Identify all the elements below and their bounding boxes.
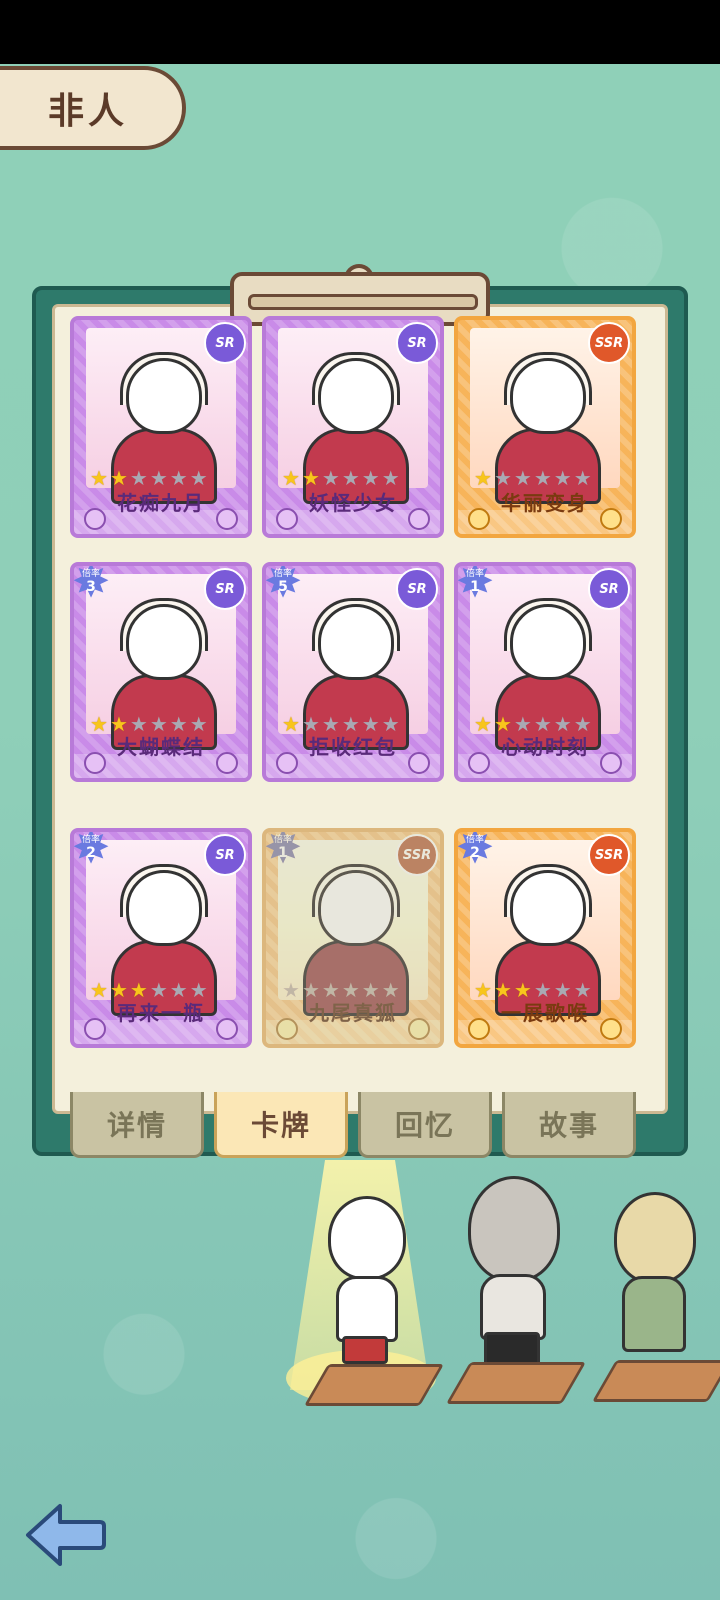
character-body (480, 1274, 546, 1340)
back-button[interactable] (24, 1500, 106, 1570)
multiplier-badge: ✸ 倍率 2 (74, 832, 112, 870)
card-name: 华丽变身 (501, 491, 589, 515)
star-icon: ★ (361, 466, 380, 490)
multiplier-value: 2 (86, 845, 96, 861)
card-item[interactable]: ★ ★ ★ ★ ★ ★ 拒收红包 SR ✸ 倍率 5 (262, 562, 444, 782)
rarity-badge: SR (588, 568, 630, 610)
rarity-badge: SSR (588, 834, 630, 876)
card-item[interactable]: ★ ★ ★ ★ ★ ★ 心动时刻 SR ✸ 倍率 1 (454, 562, 636, 782)
card-name: 妖怪少女 (309, 491, 397, 515)
tab-details[interactable]: 详情 (70, 1092, 204, 1158)
character-head (328, 1196, 406, 1280)
multiplier-badge: ✸ 倍率 1 (458, 566, 496, 604)
multiplier-badge: ✸ 倍率 1 (266, 832, 304, 870)
card-figure-head (318, 870, 394, 946)
card-item[interactable]: ★ ★ ★ ★ ★ ★ 大蝴蝶结 SR ✸ 倍率 3 (70, 562, 252, 782)
multiplier-value: 2 (470, 845, 480, 861)
star-icon: ★ (533, 466, 552, 490)
star-icon: ★ (474, 466, 492, 490)
card-name: 心动时刻 (501, 735, 589, 759)
card-figure-head (510, 870, 586, 946)
multiplier-value: 5 (278, 579, 288, 595)
rarity-badge: SR (396, 568, 438, 610)
rarity-badge: SR (396, 322, 438, 364)
star-icon: ★ (301, 466, 320, 490)
tab-story[interactable]: 故事 (502, 1092, 636, 1158)
card-figure-head (510, 358, 586, 434)
star-icon: ★ (553, 466, 572, 490)
star-icon: ★ (189, 466, 208, 490)
multiplier-label: 倍率 (465, 569, 484, 579)
multiplier-badge: ✸ 倍率 5 (266, 566, 304, 604)
multiplier-label: 倍率 (81, 569, 100, 579)
card-item[interactable]: ★ ★ ★ ★ ★ ★ 九尾真狐 SSR ✸ 倍率 1 (262, 828, 444, 1048)
tab-cards[interactable]: 卡牌 (214, 1092, 348, 1158)
tab-bar: 详情 卡牌 回忆 故事 (70, 1092, 640, 1162)
back-arrow-icon (26, 1504, 106, 1566)
card-stars: ★ ★ ★ ★ ★ ★ (474, 468, 592, 488)
rarity-badge: SR (204, 322, 246, 364)
multiplier-badge: ✸ 倍率 2 (458, 832, 496, 870)
multiplier-label: 倍率 (465, 835, 484, 845)
character-platform (591, 1360, 720, 1402)
tab-memories[interactable]: 回忆 (358, 1092, 492, 1158)
card-item[interactable]: ★ ★ ★ ★ ★ ★ 一展歌喉 SSR ✸ 倍率 2 (454, 828, 636, 1048)
category-title: 非人 (47, 91, 128, 132)
card-stars: ★ ★ ★ ★ ★ ★ (90, 468, 208, 488)
multiplier-badge: ✸ 倍率 3 (74, 566, 112, 604)
card-name: 九尾真狐 (309, 1001, 397, 1025)
star-icon: ★ (129, 466, 148, 490)
category-title-tab: 非人 (0, 66, 186, 150)
star-icon: ★ (341, 466, 360, 490)
card-name: 花痴九月 (117, 491, 205, 515)
multiplier-label: 倍率 (273, 835, 292, 845)
multiplier-label: 倍率 (273, 569, 292, 579)
card-figure-head (510, 604, 586, 680)
character-body (336, 1276, 398, 1342)
star-icon: ★ (321, 466, 340, 490)
star-icon: ★ (493, 466, 512, 490)
star-icon: ★ (381, 466, 400, 490)
rarity-badge: SSR (396, 834, 438, 876)
status-bar (0, 0, 720, 64)
star-icon: ★ (513, 466, 532, 490)
character-platform (445, 1362, 587, 1404)
character-head (614, 1192, 696, 1284)
character-body (622, 1276, 686, 1352)
card-figure-head (318, 604, 394, 680)
card-item[interactable]: ★ ★ ★ ★ ★ ★ 再来一瓶 SR ✸ 倍率 2 (70, 828, 252, 1048)
card-name: 再来一瓶 (117, 1001, 205, 1025)
rarity-badge: SR (204, 568, 246, 610)
character-head (468, 1176, 560, 1282)
star-icon: ★ (169, 466, 188, 490)
character-deer[interactable] (462, 1176, 562, 1386)
multiplier-value: 3 (86, 579, 96, 595)
card-item[interactable]: ★ ★ ★ ★ ★ ★ 花痴九月 SR (70, 316, 252, 538)
rarity-badge: SR (204, 834, 246, 876)
card-figure-head (126, 870, 202, 946)
card-item[interactable]: ★ ★ ★ ★ ★ ★ 华丽变身 SSR (454, 316, 636, 538)
multiplier-value: 1 (278, 845, 288, 861)
character-shorts (342, 1336, 388, 1364)
character-rabbit[interactable] (608, 1172, 698, 1382)
card-name: 一展歌喉 (501, 1001, 589, 1025)
card-name: 大蝴蝶结 (117, 735, 205, 759)
multiplier-label: 倍率 (81, 835, 100, 845)
star-icon: ★ (109, 466, 128, 490)
character-platform (303, 1364, 445, 1406)
star-icon: ★ (282, 466, 300, 490)
star-icon: ★ (573, 466, 592, 490)
multiplier-value: 1 (470, 579, 480, 595)
card-figure-head (126, 604, 202, 680)
card-stars: ★ ★ ★ ★ ★ ★ (282, 468, 400, 488)
card-figure-head (126, 358, 202, 434)
rarity-badge: SSR (588, 322, 630, 364)
card-item[interactable]: ★ ★ ★ ★ ★ ★ 妖怪少女 SR (262, 316, 444, 538)
card-figure-head (318, 358, 394, 434)
star-icon: ★ (149, 466, 168, 490)
star-icon: ★ (90, 466, 108, 490)
card-name: 拒收红包 (309, 735, 397, 759)
